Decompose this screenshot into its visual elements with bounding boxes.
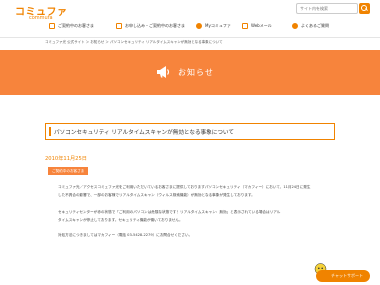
page-banner: お知らせ — [0, 50, 380, 95]
nav-label: Webメール — [251, 23, 272, 28]
category-tag: ご契約中のお客さま — [48, 167, 89, 175]
chat-support-button[interactable]: チャットサポート — [316, 270, 370, 282]
global-nav: ご契約中のお客さま お申し込み・ご契約中のお客さま Myコミュファ Webメール… — [0, 17, 380, 36]
nav-item-apply[interactable]: お申し込み・ご契約中のお客さま — [116, 21, 185, 31]
nav-item-mycommufa[interactable]: Myコミュファ — [196, 21, 231, 31]
article-title-box: パソコンセキュリティ リアルタイムスキャンが無効となる事象について — [45, 123, 335, 140]
document-icon — [49, 23, 55, 29]
article-title: パソコンセキュリティ リアルタイムスキャンが無効となる事象について — [54, 129, 234, 136]
nav-item-faq[interactable]: よくあるご質問 — [292, 21, 329, 31]
heart-icon — [196, 23, 202, 29]
document-icon — [116, 23, 122, 29]
question-icon — [292, 23, 298, 29]
title-accent-bar — [49, 127, 51, 136]
megaphone-icon — [157, 66, 170, 78]
body-paragraph-line: した不具合の影響で、一部のお客様でリアルタイムスキャン（ウィルス検索機能）が無効… — [58, 193, 255, 197]
body-paragraph-line: コミュファ光／アクセスコミュファ光をご利用いただいているお客さまに提供しておりま… — [58, 185, 311, 189]
page-title: お知らせ — [178, 68, 214, 77]
body-paragraph-line: セキュリティセンターが赤の状態で「ご利用のパソコンは危険な状態です！リアルタイム… — [58, 210, 281, 214]
header-divider — [0, 37, 380, 38]
breadcrumb: コミュファ光 公式サイト ＞ お知らせ ＞ パソコンセキュリティ リアルタイムス… — [45, 40, 223, 44]
search-button[interactable] — [359, 3, 370, 14]
mail-icon — [242, 23, 248, 29]
nav-item-webmail[interactable]: Webメール — [242, 21, 272, 31]
body-paragraph-line: 対処方法につきましてはマカフィー（電話 03-5428-2279）にお問合せくだ… — [58, 233, 193, 237]
nav-label: よくあるご質問 — [301, 23, 329, 28]
nav-item-customers[interactable]: ご契約中のお客さま — [49, 21, 94, 31]
nav-label: Myコミュファ — [205, 23, 231, 28]
site-search-input[interactable] — [296, 3, 358, 14]
nav-label: お申し込み・ご契約中のお客さま — [125, 23, 185, 28]
article-date: 2010年11月25日 — [45, 156, 87, 162]
body-paragraph-line: タイムスキャンが停止しております。セキュリティ機能が働いておりません。 — [58, 218, 183, 222]
chat-support-label: チャットサポート — [331, 273, 363, 278]
nav-label: ご契約中のお客さま — [58, 23, 94, 28]
